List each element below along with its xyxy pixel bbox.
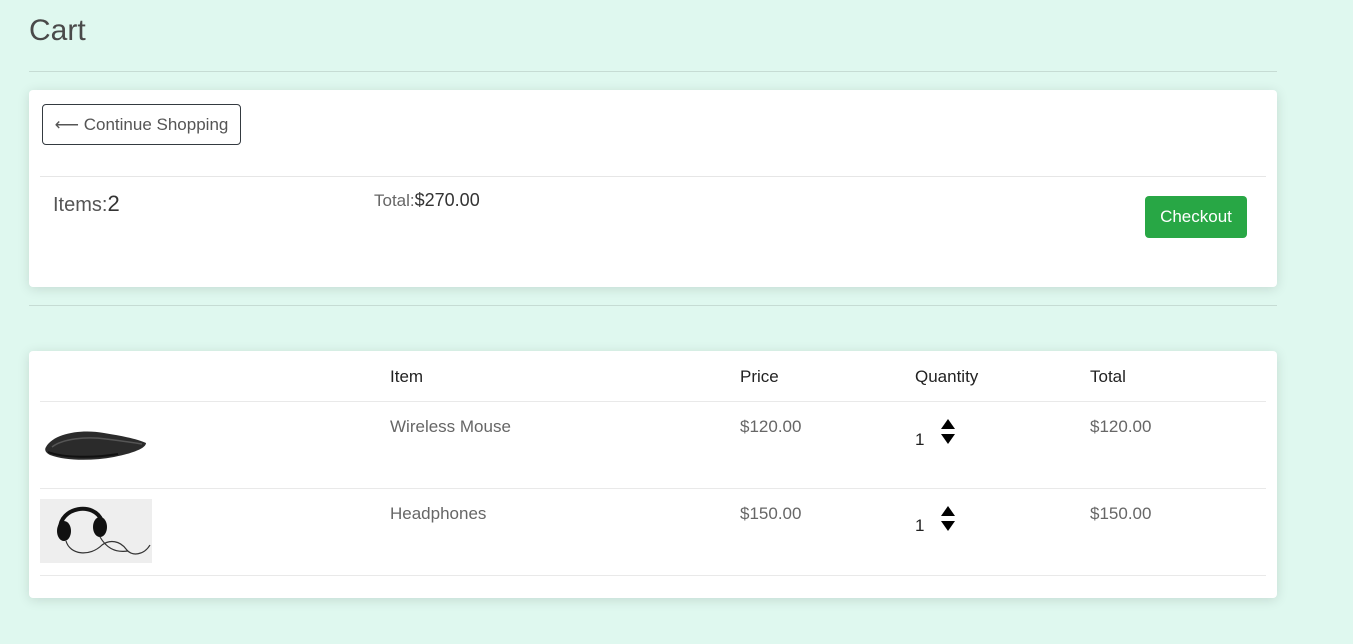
cart-total-display: Total:$270.00 [374, 190, 480, 211]
items-count-display: Items:2 [53, 191, 120, 217]
column-header-quantity: Quantity [915, 367, 979, 386]
item-name: Headphones [390, 504, 487, 523]
divider [40, 176, 1266, 177]
page-title: Cart [29, 14, 86, 47]
quantity-stepper[interactable] [940, 418, 956, 446]
column-header-price: Price [740, 367, 779, 386]
cart-items-table: Item Price Quantity Total Wireless Mouse… [29, 351, 1277, 598]
item-name: Wireless Mouse [390, 417, 511, 436]
decrement-arrow-icon[interactable] [941, 434, 955, 444]
wireless-mouse-image [45, 431, 146, 460]
decrement-arrow-icon[interactable] [941, 521, 955, 531]
divider [40, 401, 1266, 402]
item-price: $120.00 [740, 417, 802, 436]
column-header-item: Item [390, 367, 424, 386]
cart-total-value: $270.00 [414, 190, 480, 210]
item-total: $150.00 [1090, 504, 1152, 523]
headphones-image [40, 499, 152, 563]
divider [40, 488, 1266, 489]
divider [40, 575, 1266, 576]
increment-arrow-icon[interactable] [941, 419, 955, 429]
quantity-input[interactable]: 1 [915, 430, 924, 450]
checkout-button[interactable]: Checkout [1145, 196, 1247, 238]
divider [29, 305, 1277, 306]
cart-summary-card: ⟵ Continue Shopping Items:2 Total:$270.0… [29, 90, 1277, 287]
quantity-stepper[interactable] [940, 505, 956, 533]
column-header-total: Total [1090, 367, 1126, 386]
items-label: Items: [53, 194, 108, 216]
continue-shopping-button[interactable]: ⟵ Continue Shopping [42, 104, 241, 145]
quantity-input[interactable]: 1 [915, 516, 924, 536]
increment-arrow-icon[interactable] [941, 506, 955, 516]
divider [29, 71, 1277, 72]
item-total: $120.00 [1090, 417, 1152, 436]
total-label: Total: [374, 191, 415, 210]
item-price: $150.00 [740, 504, 802, 523]
cart-page: Cart ⟵ Continue Shopping Items:2 Total:$… [0, 0, 1353, 644]
items-count: 2 [107, 191, 120, 216]
